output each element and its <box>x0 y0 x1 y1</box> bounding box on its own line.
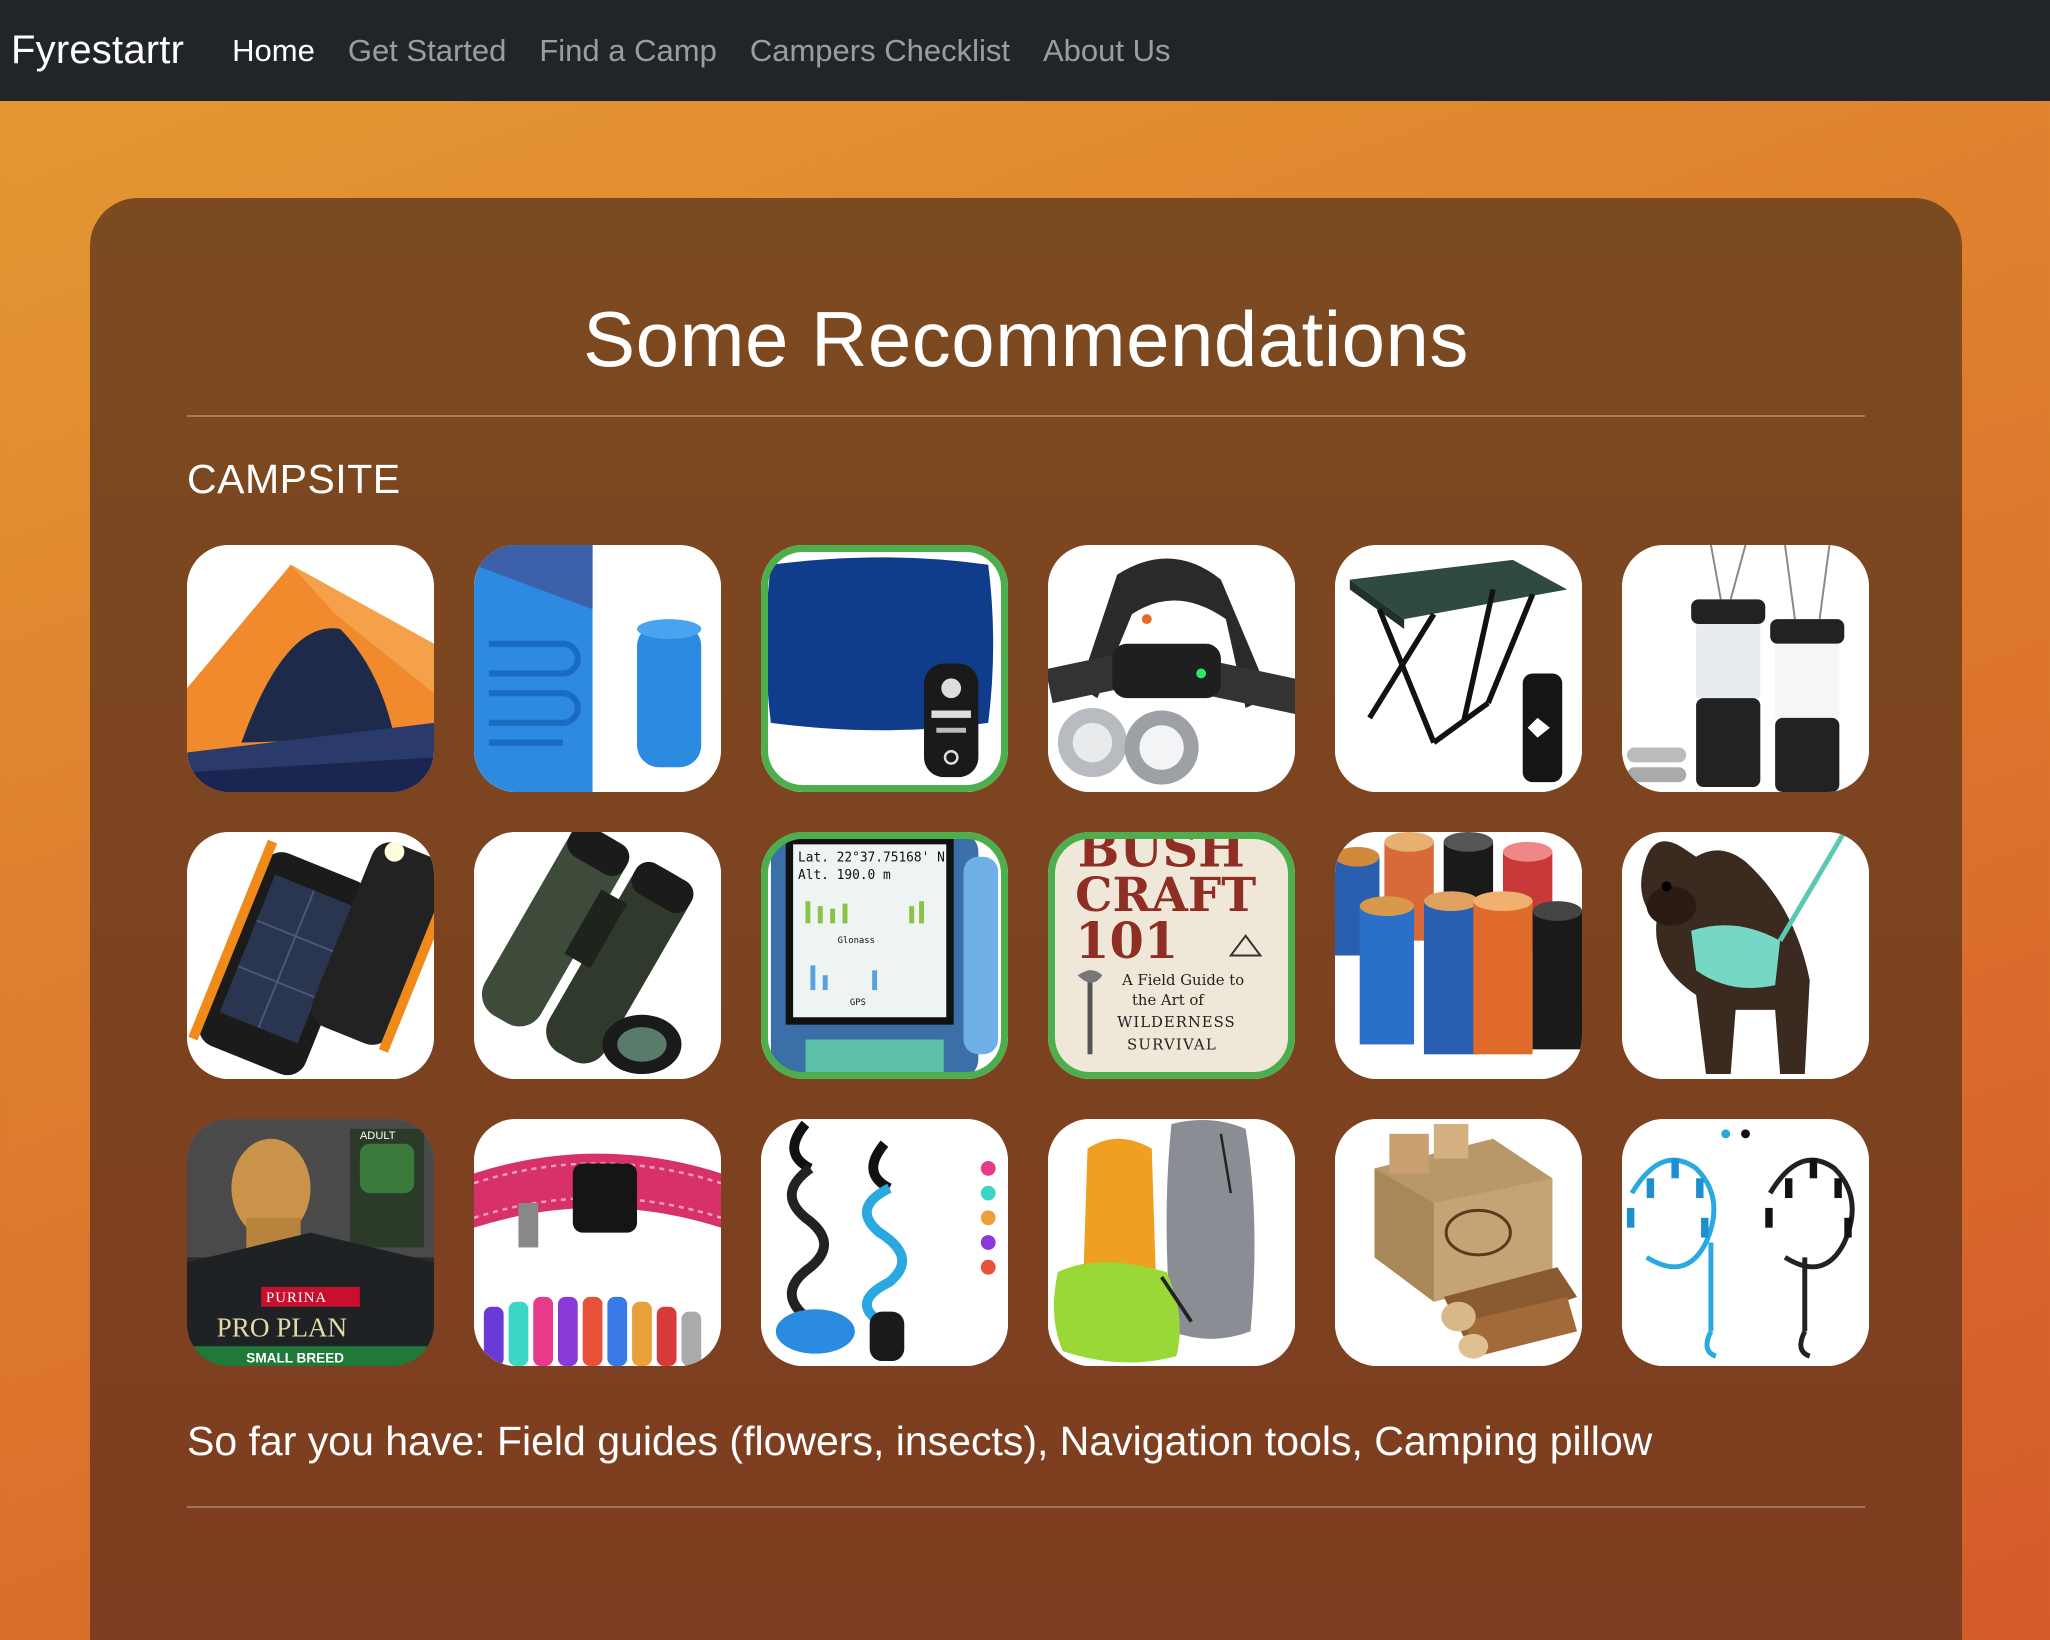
folding-table-image <box>1335 545 1582 792</box>
section-label-campsite: CAMPSITE <box>187 456 401 502</box>
svg-text:PRO PLAN: PRO PLAN <box>217 1312 348 1342</box>
selection-summary: So far you have: Field guides (flowers, … <box>187 1418 1653 1464</box>
svg-text:SURVIVAL: SURVIVAL <box>1127 1036 1217 1053</box>
svg-text:Alt. 190.0 m: Alt. 190.0 m <box>798 868 891 883</box>
product-card-lanterns[interactable] <box>1622 545 1869 792</box>
svg-text:Glonass: Glonass <box>838 936 875 946</box>
svg-text:WILDERNESS: WILDERNESS <box>1117 1014 1235 1031</box>
brand-logo[interactable]: Fyrestartr <box>11 28 184 73</box>
nav-campers-checklist[interactable]: Campers Checklist <box>750 33 1010 69</box>
svg-text:SMALL BREED: SMALL BREED <box>246 1350 344 1365</box>
nav-about-us[interactable]: About Us <box>1043 33 1171 69</box>
dog-collar-image <box>474 1119 721 1366</box>
product-card-camping-pillow[interactable] <box>761 545 1008 792</box>
svg-text:ADULT: ADULT <box>360 1130 396 1142</box>
firewood-image <box>1335 1119 1582 1366</box>
page-title: Some Recommendations <box>583 295 1469 383</box>
dog-food-image: ADULT PURINA PRO PLAN SMALL BREED <box>187 1119 434 1366</box>
dog-harness-image <box>1622 832 1869 1079</box>
product-card-dog-harness[interactable] <box>1622 832 1869 1079</box>
svg-text:the Art of: the Art of <box>1132 992 1205 1009</box>
svg-text:Lat. 22°37.75168' N: Lat. 22°37.75168' N <box>798 851 945 866</box>
product-card-stuff-sacks[interactable] <box>1048 1119 1295 1366</box>
product-grid: Lat. 22°37.75168' N Alt. 190.0 m Glonass… <box>187 545 1869 1366</box>
recommendations-panel: Some Recommendations CAMPSITE Lat. 22°37… <box>90 198 1962 1640</box>
nav-get-started[interactable]: Get Started <box>348 33 507 69</box>
svg-text:PURINA: PURINA <box>266 1290 327 1306</box>
bushcraft-book-image: BUSH CRAFT 101 A Field Guide to the Art … <box>1048 832 1295 1079</box>
divider-top <box>187 415 1865 417</box>
product-card-tent[interactable] <box>187 545 434 792</box>
product-card-bushcraft-book[interactable]: BUSH CRAFT 101 A Field Guide to the Art … <box>1048 832 1295 1079</box>
product-card-clothesline[interactable] <box>1622 1119 1869 1366</box>
headlamp-image <box>1048 545 1295 792</box>
product-card-folding-table[interactable] <box>1335 545 1582 792</box>
solar-power-bank-image <box>187 832 434 1079</box>
product-card-firewood[interactable] <box>1335 1119 1582 1366</box>
dog-waste-bags-image <box>1335 832 1582 1079</box>
lanterns-image <box>1622 545 1869 792</box>
svg-text:A Field Guide to: A Field Guide to <box>1121 972 1244 989</box>
nav-find-a-camp[interactable]: Find a Camp <box>539 33 716 69</box>
sleeping-bag-image <box>474 545 721 792</box>
clothesline-image <box>1622 1119 1869 1366</box>
product-card-dog-collar[interactable] <box>474 1119 721 1366</box>
product-card-solar-power-bank[interactable] <box>187 832 434 1079</box>
svg-text:GPS: GPS <box>850 998 866 1008</box>
svg-text:101: 101 <box>1075 912 1178 970</box>
product-card-dog-leash-set[interactable] <box>761 1119 1008 1366</box>
product-card-sleeping-bag[interactable] <box>474 545 721 792</box>
product-card-dog-waste-bags[interactable] <box>1335 832 1582 1079</box>
nav-home[interactable]: Home <box>232 33 315 69</box>
divider-bottom <box>187 1506 1865 1508</box>
tent-image <box>187 545 434 792</box>
camping-pillow-image <box>761 545 1008 792</box>
binoculars-image <box>474 832 721 1079</box>
top-navbar: Fyrestartr Home Get Started Find a Camp … <box>0 0 2050 101</box>
product-card-dog-food[interactable]: ADULT PURINA PRO PLAN SMALL BREED <box>187 1119 434 1366</box>
product-card-binoculars[interactable] <box>474 832 721 1079</box>
product-card-gps-device[interactable]: Lat. 22°37.75168' N Alt. 190.0 m Glonass… <box>761 832 1008 1079</box>
stuff-sacks-image <box>1048 1119 1295 1366</box>
gps-device-image: Lat. 22°37.75168' N Alt. 190.0 m Glonass… <box>761 832 1008 1079</box>
product-card-headlamp[interactable] <box>1048 545 1295 792</box>
dog-leash-set-image <box>761 1119 1008 1366</box>
